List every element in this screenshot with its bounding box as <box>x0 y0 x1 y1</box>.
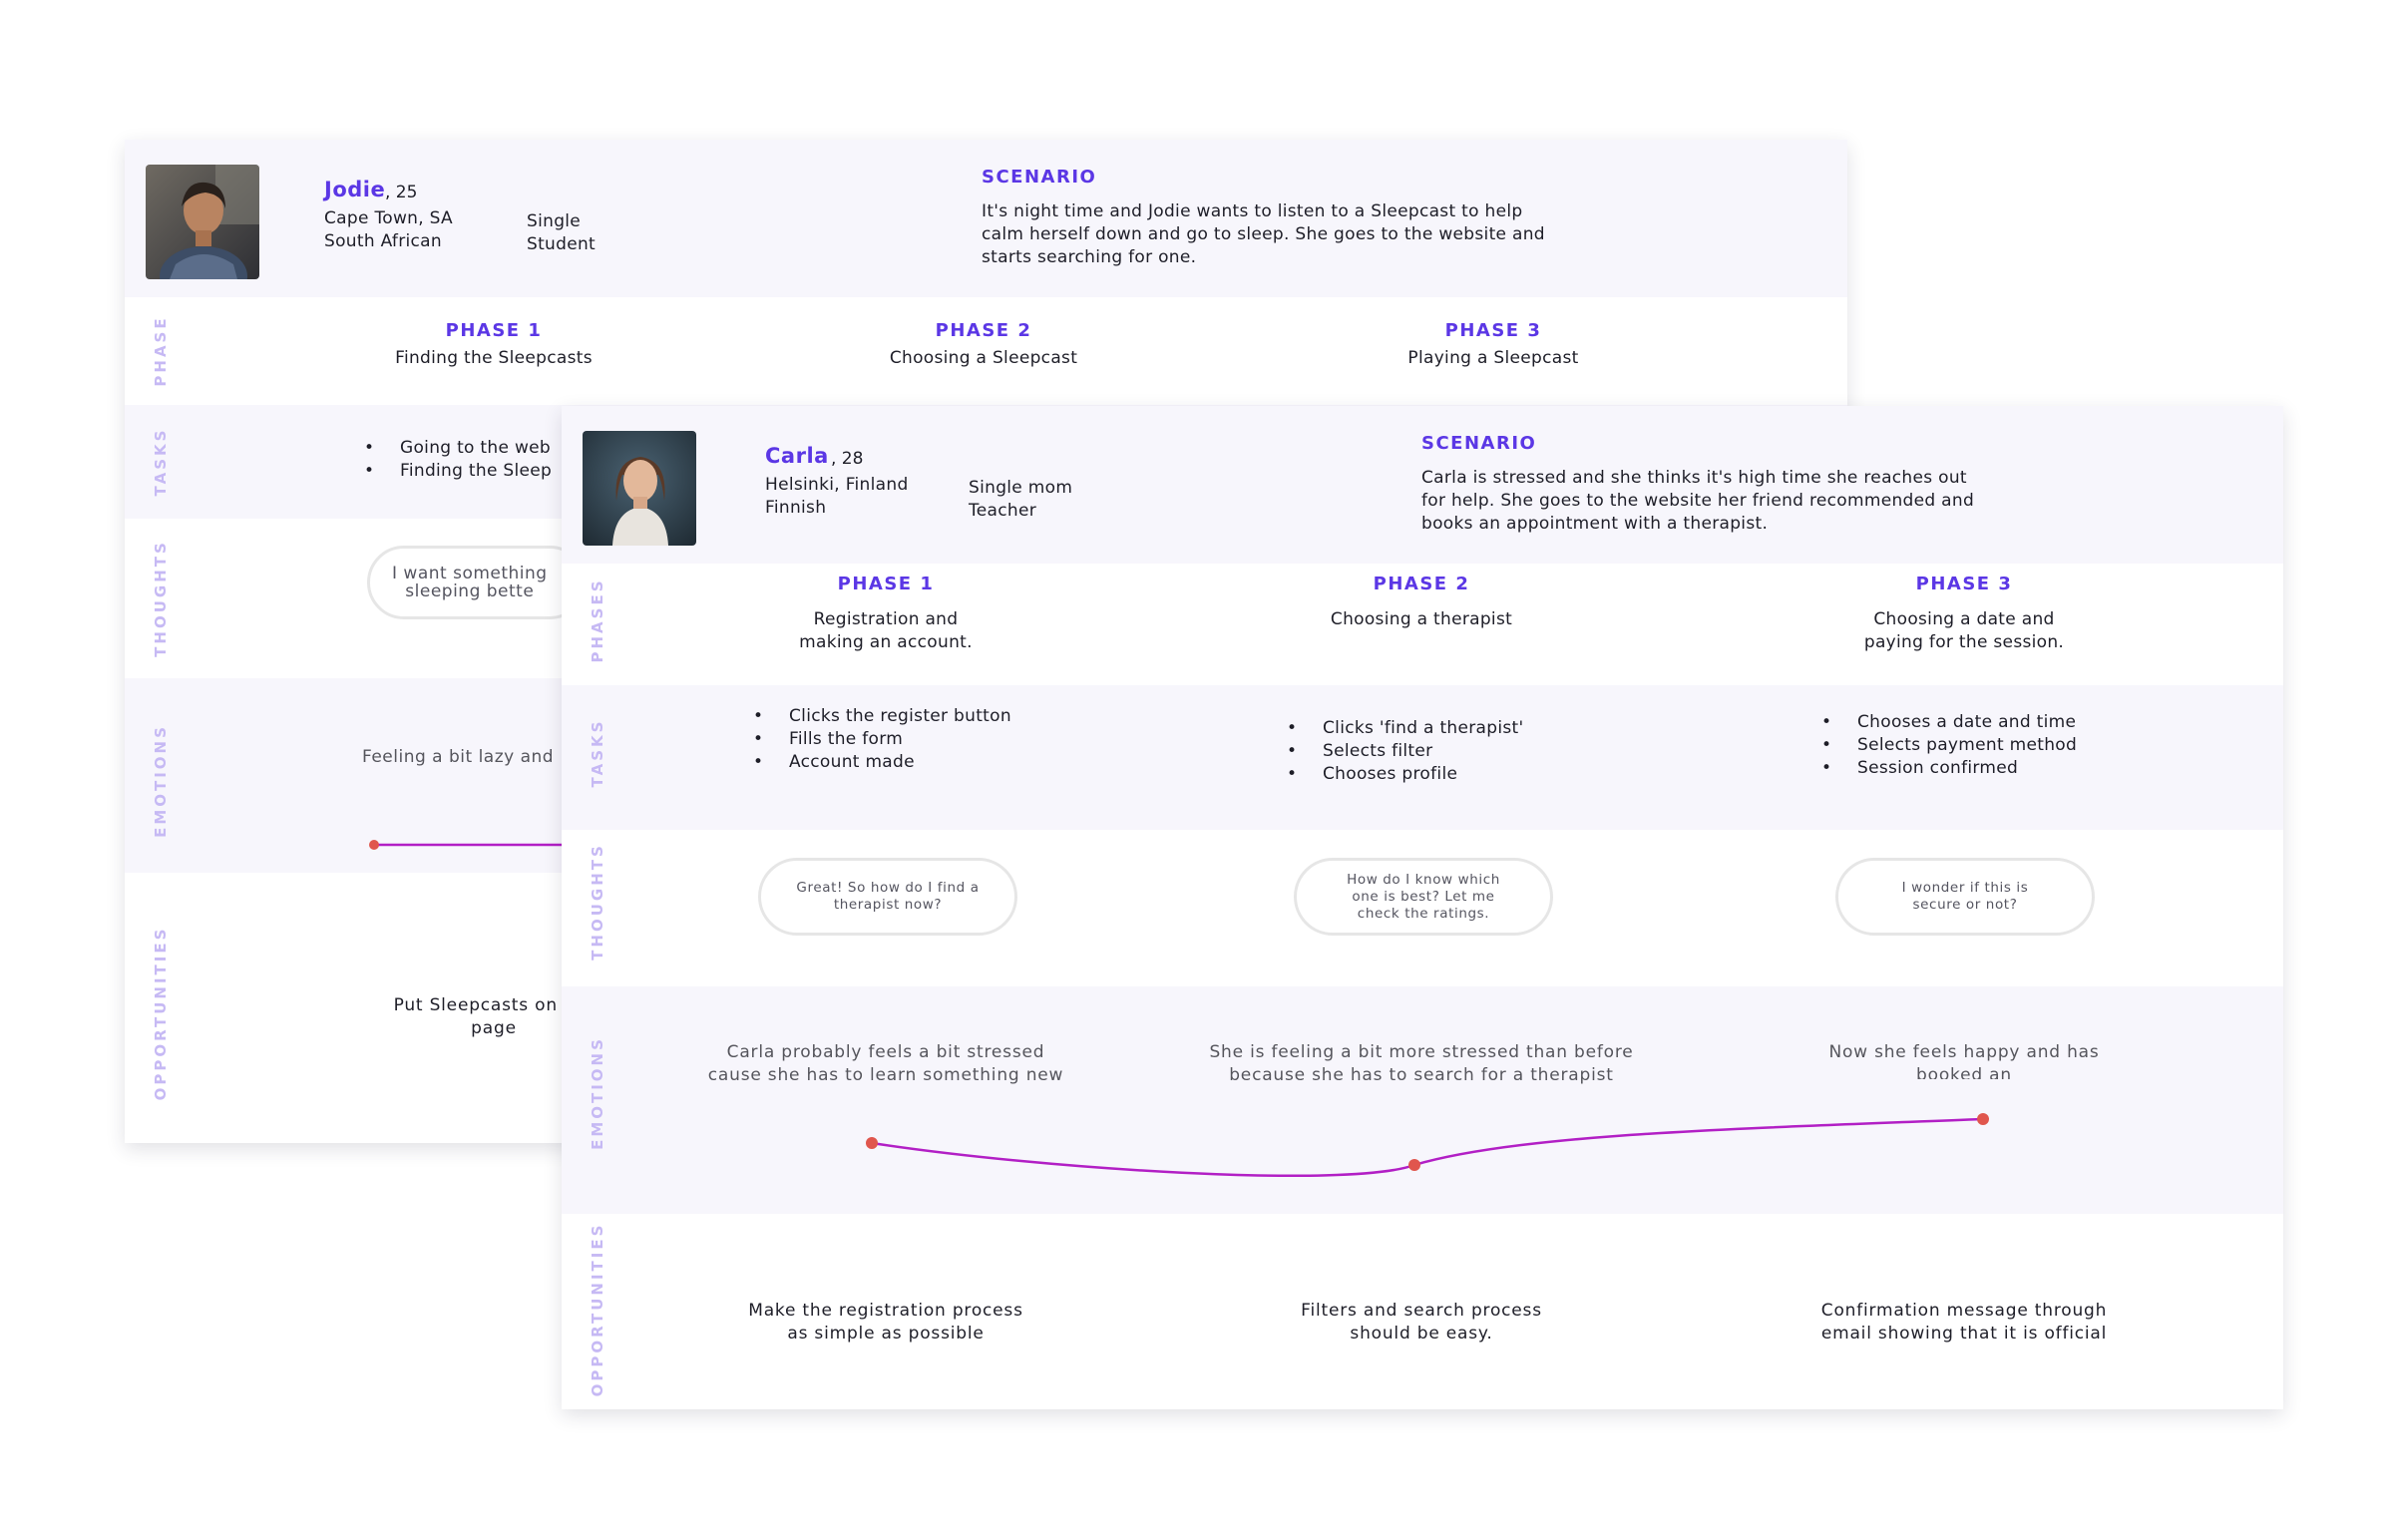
opportunity-text-phase-1: Make the registration process as simple … <box>748 1301 1023 1344</box>
emotion-point <box>369 840 379 850</box>
opportunity-text-phase-3: Confirmation message through email showi… <box>1820 1301 2108 1344</box>
emotion-point-phase-1 <box>866 1137 878 1149</box>
opportunity-text-phase-2: Filters and search process should be eas… <box>1301 1301 1542 1344</box>
emotion-curve <box>866 1113 1989 1177</box>
journey-map-card-carla: Carla , 28 Helsinki, Finland Finnish Sin… <box>562 406 2283 1409</box>
emotion-point-phase-2 <box>1408 1159 1420 1171</box>
emotion-point-phase-3 <box>1977 1113 1989 1125</box>
